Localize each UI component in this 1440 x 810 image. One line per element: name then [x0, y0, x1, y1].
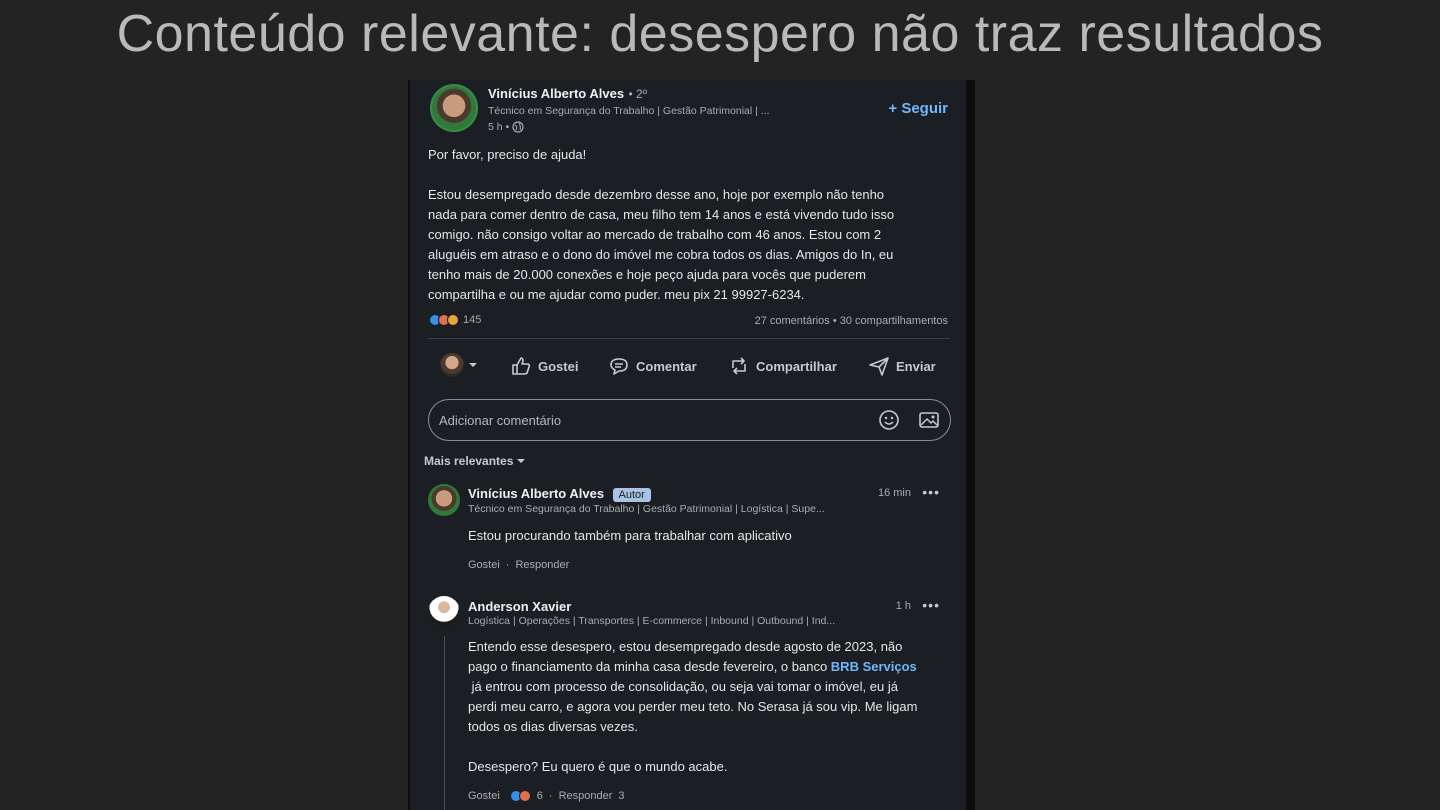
comment-text-segment: pago o financiamento da minha casa desde…	[468, 659, 831, 674]
caret-down-icon	[517, 459, 526, 463]
connection-degree: • 2º	[628, 87, 648, 101]
post-text-line: compartilha e ou me ajudar como puder. m…	[428, 287, 805, 302]
send-label: Enviar	[896, 358, 936, 374]
post-author-name[interactable]: Vinícius Alberto Alves	[488, 86, 624, 101]
post-author-line: Vinícius Alberto Alves • 2º	[488, 85, 647, 103]
comment-author-line: Anderson Xavier	[468, 598, 571, 616]
post-text-line: nada para comer dentro de casa, meu filh…	[428, 207, 895, 222]
comment-time: 1 h	[895, 600, 911, 612]
comment-reply-button[interactable]: Responder	[515, 559, 569, 571]
comment-text: Estou procurando também para trabalhar c…	[468, 528, 792, 543]
repost-icon	[732, 357, 746, 375]
comment-like-button[interactable]: Gostei	[468, 790, 500, 802]
comment-author-name[interactable]: Vinícius Alberto Alves	[468, 486, 604, 501]
comment-text: Entendo esse desespero, estou desemprega…	[468, 637, 958, 777]
more-options-icon[interactable]: •••	[922, 484, 940, 500]
slide-title: Conteúdo relevante: desespero não traz r…	[116, 5, 1324, 63]
like-button[interactable]: Gostei	[510, 355, 578, 377]
author-badge: Autor	[612, 488, 651, 502]
separator: ·	[548, 790, 553, 802]
comment-text-line: perdi meu carro, e agora vou perder meu …	[468, 699, 918, 714]
mention-link[interactable]: BRB Serviços	[831, 659, 917, 674]
comment-text-line: já entrou com processo de consolidação, …	[468, 679, 898, 694]
sort-label: Mais relevantes	[424, 454, 514, 468]
comment-reactions[interactable]	[509, 790, 531, 802]
actor-avatar	[440, 353, 464, 377]
comment-icon	[610, 358, 628, 375]
post-text-line: Por favor, preciso de ajuda!	[428, 147, 587, 162]
reaction-count: 145	[463, 314, 482, 326]
insightful-reaction-icon	[447, 314, 459, 326]
like-label: Gostei	[538, 358, 579, 374]
post-text-line: tenho mais de 20.000 conexões e hoje peç…	[428, 267, 866, 282]
comment-actions: Gostei 6 · Responder 3	[468, 790, 625, 802]
follow-button[interactable]: + Seguir	[888, 100, 948, 117]
post-time-text: 5 h •	[488, 121, 510, 133]
comment-text-line: todos os dias diversas vezes.	[468, 719, 638, 734]
comment-actions: Gostei · Responder	[468, 559, 569, 571]
post-text-line: Estou desempregado desde dezembro desse …	[428, 187, 885, 202]
post-text: Por favor, preciso de ajuda! Estou desem…	[428, 145, 958, 305]
support-reaction-icon	[518, 790, 531, 802]
post-text-line: aluguéis em atraso e o dono do imóvel me…	[428, 247, 894, 262]
comment-like-button[interactable]: Gostei	[468, 559, 500, 571]
caret-down-icon	[469, 363, 477, 367]
author-avatar[interactable]	[430, 84, 478, 132]
comment-text-line: pago o financiamento da minha casa desde…	[468, 657, 958, 677]
comment-text-line	[468, 737, 958, 757]
add-comment-input[interactable]: Adicionar comentário	[428, 399, 951, 441]
thread-line	[444, 636, 445, 810]
comment-author-line: Vinícius Alberto Alves Autor	[468, 485, 651, 503]
post-author-headline: Técnico em Segurança do Trabalho | Gestã…	[488, 105, 770, 117]
more-options-icon[interactable]: •••	[922, 597, 940, 613]
send-icon	[869, 357, 889, 376]
emoji-icon[interactable]	[878, 409, 900, 431]
post-text-line	[428, 165, 958, 185]
share-label: Compartilhar	[756, 358, 837, 374]
reply-count: 3	[618, 790, 625, 802]
reactions-summary[interactable]: 145	[429, 314, 481, 326]
post-time: 5 h •	[488, 121, 524, 133]
comment-time: 16 min	[877, 487, 911, 499]
comment-author-headline: Logística | Operações | Transportes | E-…	[468, 615, 836, 627]
comment-reaction-count: 6	[536, 790, 543, 802]
separator: ·	[505, 559, 510, 571]
comment-reply-button[interactable]: Responder	[559, 790, 613, 802]
divider	[428, 338, 950, 339]
comment-text-line: Entendo esse desespero, estou desemprega…	[468, 639, 903, 654]
comment-author-name[interactable]: Anderson Xavier	[468, 599, 571, 614]
comment-label: Comentar	[636, 358, 697, 374]
thumbs-up-icon	[512, 357, 531, 375]
post-stats[interactable]: 27 comentários • 30 compartilhamentos	[755, 315, 948, 327]
comment-placeholder: Adicionar comentário	[439, 412, 562, 428]
linkedin-post-screenshot: Vinícius Alberto Alves • 2º Técnico em S…	[408, 80, 975, 810]
comment-button[interactable]: Comentar	[608, 355, 697, 377]
share-button[interactable]: Compartilhar	[728, 355, 837, 377]
send-button[interactable]: Enviar	[868, 355, 936, 377]
comment-avatar[interactable]	[428, 484, 460, 516]
image-icon[interactable]	[918, 409, 940, 431]
comment-author-headline: Técnico em Segurança do Trabalho | Gestã…	[468, 503, 825, 515]
globe-icon	[512, 121, 524, 133]
actor-switcher[interactable]	[440, 353, 478, 377]
comment-avatar[interactable]	[428, 596, 460, 628]
post-text-line: comigo. não consigo voltar ao mercado de…	[428, 227, 882, 242]
comment-text-line: Desespero? Eu quero é que o mundo acabe.	[468, 759, 728, 774]
sort-dropdown[interactable]: Mais relevantes	[424, 454, 526, 468]
